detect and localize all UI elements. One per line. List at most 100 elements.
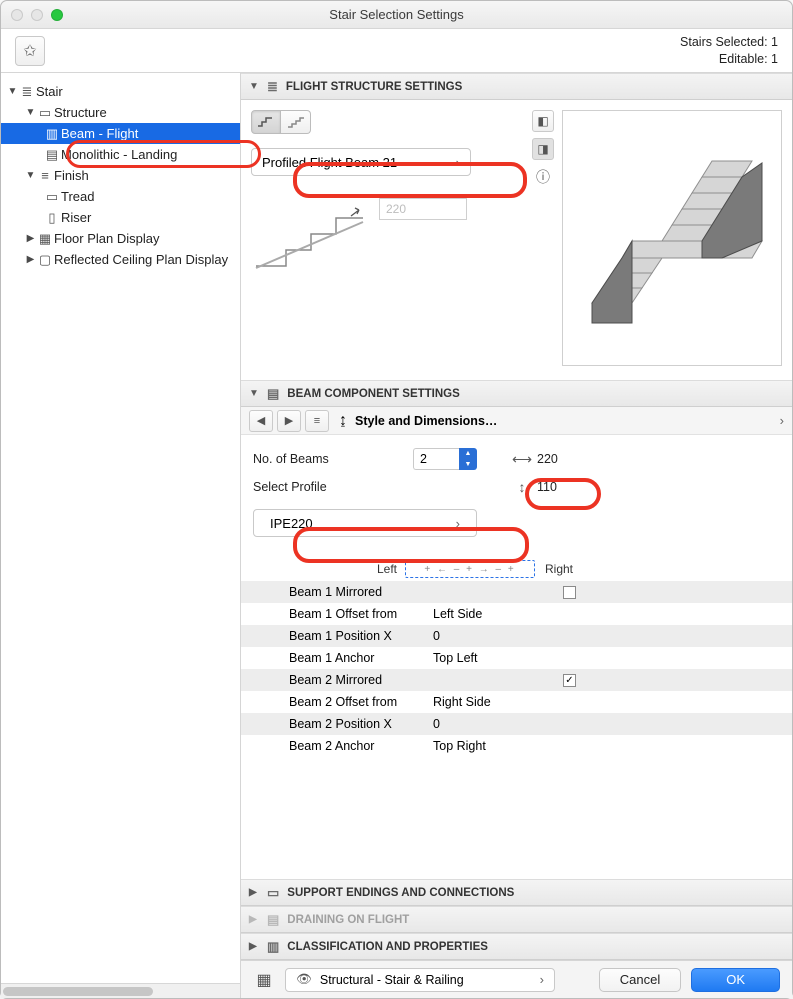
select-profile-label: Select Profile [253, 480, 403, 494]
tread-icon: ▭ [43, 189, 61, 205]
checkbox[interactable]: ✓ [563, 674, 576, 687]
nav-next-button[interactable]: ▶ [277, 410, 301, 432]
beam-properties-grid[interactable]: Beam 1 MirroredBeam 1 Offset fromLeft Si… [241, 581, 792, 757]
beam-section-icon: ▤ [267, 386, 279, 402]
table-row[interactable]: Beam 2 Position X0 [241, 713, 792, 735]
property-value[interactable]: 0 [433, 717, 563, 731]
nav-list-button[interactable]: ≡ [305, 410, 329, 432]
table-row[interactable]: Beam 1 Mirrored [241, 581, 792, 603]
tree-finish[interactable]: Finish [54, 168, 89, 183]
tree-beam-flight[interactable]: ▥Beam - Flight [1, 123, 240, 144]
property-value[interactable]: Left Side [433, 607, 563, 621]
thickness-input[interactable] [379, 198, 467, 220]
panel-draining: ▶ ▤ DRAINING ON FLIGHT [241, 906, 792, 933]
property-extra: ✓ [563, 674, 780, 687]
width-icon: ⟷ [513, 450, 531, 468]
property-extra [563, 586, 780, 599]
no-of-beams-stepper[interactable]: ▲▼ [413, 448, 477, 470]
disclosure-arrow-icon: ▼ [249, 81, 259, 92]
property-label: Beam 2 Offset from [253, 695, 433, 709]
cancel-button[interactable]: Cancel [599, 968, 681, 992]
beam-icon: ▥ [43, 126, 61, 142]
structure-beam-option[interactable] [251, 110, 281, 134]
rcp-icon: ▢ [36, 252, 54, 268]
bottom-bar: ▦ 👁 Structural - Stair & Railing › Cance… [241, 960, 792, 998]
property-value[interactable]: Top Left [433, 651, 563, 665]
property-value[interactable]: 0 [433, 629, 563, 643]
property-label: Beam 2 Anchor [253, 739, 433, 753]
landing-icon: ▤ [43, 147, 61, 163]
table-row[interactable]: Beam 2 AnchorTop Right [241, 735, 792, 757]
tree-structure[interactable]: Structure [54, 105, 107, 120]
info-icon[interactable]: ⓘ [532, 166, 554, 188]
editable-count: Editable: 1 [680, 51, 778, 67]
layer-icon: ▦ [253, 969, 275, 991]
tree-monolithic-landing[interactable]: ▤Monolithic - Landing [1, 144, 240, 165]
support-icon: ▭ [267, 885, 279, 901]
stair-section-icon: ≣ [267, 79, 278, 95]
layer-select[interactable]: 👁 Structural - Stair & Railing › [285, 968, 555, 992]
favorites-button[interactable]: ✩ [15, 36, 45, 66]
checkbox[interactable] [563, 586, 576, 599]
panel-beam-component[interactable]: ▼ ▤ BEAM COMPONENT SETTINGS [241, 380, 792, 407]
view-2d-button[interactable]: ◧ [532, 110, 554, 132]
property-label: Beam 1 Offset from [253, 607, 433, 621]
drain-icon: ▤ [267, 912, 279, 928]
beam-height: 110 [537, 480, 557, 494]
table-row[interactable]: Beam 1 AnchorTop Left [241, 647, 792, 669]
finish-icon: ≡ [36, 168, 54, 183]
stair-star-icon: ✩ [23, 41, 36, 61]
disclosure-arrow-icon[interactable]: ▼ [7, 86, 18, 97]
table-row[interactable]: Beam 2 Mirrored ✓ [241, 669, 792, 691]
beam-nav-row: ◀ ▶ ≡ ↨ Style and Dimensions… › [241, 407, 792, 435]
step-segment-icon [286, 115, 306, 129]
property-label: Beam 2 Position X [253, 717, 433, 731]
table-row[interactable]: Beam 1 Offset fromLeft Side [241, 603, 792, 625]
tree-tread[interactable]: ▭Tread [1, 186, 240, 207]
beam-position-diagram: + ← – + → – + [405, 560, 535, 578]
disclosure-arrow-icon[interactable]: ▼ [25, 170, 36, 181]
profile-ipe-select[interactable]: IPE220 › [253, 509, 477, 537]
titlebar: Stair Selection Settings [1, 1, 792, 29]
tree-rcp[interactable]: Reflected Ceiling Plan Display [54, 252, 228, 267]
style-icon: ↨ [339, 412, 347, 430]
stair-icon: ≣ [18, 84, 36, 100]
disclosure-arrow-icon[interactable]: ▶ [25, 233, 36, 244]
table-row[interactable]: Beam 2 Offset fromRight Side [241, 691, 792, 713]
property-label: Beam 1 Position X [253, 629, 433, 643]
property-value[interactable]: Right Side [433, 695, 563, 709]
stair-dimension-icon [251, 198, 371, 270]
disclosure-arrow-icon[interactable]: ▶ [25, 254, 36, 265]
structure-type-segment[interactable] [251, 110, 526, 134]
property-label: Beam 2 Mirrored [253, 673, 433, 687]
panel-flight-structure[interactable]: ▼ ≣ FLIGHT STRUCTURE SETTINGS [241, 73, 792, 100]
eye-icon: 👁 [296, 972, 312, 987]
left-right-header: Left + ← – + → – + Right [241, 557, 792, 581]
toolbar: ✩ Stairs Selected: 1 Editable: 1 [1, 29, 792, 73]
no-of-beams-input[interactable] [413, 448, 459, 470]
profile-select[interactable]: Profiled Flight Beam 21 › [251, 148, 471, 176]
disclosure-arrow-icon: ▶ [249, 941, 259, 952]
panel-support-endings[interactable]: ▶ ▭ SUPPORT ENDINGS AND CONNECTIONS [241, 879, 792, 906]
property-value[interactable]: Top Right [433, 739, 563, 753]
disclosure-arrow-icon: ▼ [249, 388, 259, 399]
disclosure-arrow-icon: ▶ [249, 914, 259, 925]
nav-prev-button[interactable]: ◀ [249, 410, 273, 432]
sidebar: ▼≣Stair ▼▭Structure ▥Beam - Flight ▤Mono… [1, 73, 241, 998]
ok-button[interactable]: OK [691, 968, 780, 992]
view-3d-button[interactable]: ◨ [532, 138, 554, 160]
disclosure-arrow-icon: ▶ [249, 887, 259, 898]
tree-riser[interactable]: ▯Riser [1, 207, 240, 228]
riser-icon: ▯ [43, 210, 61, 226]
tree-stair[interactable]: Stair [36, 84, 63, 99]
panel-classification[interactable]: ▶ ▥ CLASSIFICATION AND PROPERTIES [241, 933, 792, 960]
disclosure-arrow-icon[interactable]: ▼ [25, 107, 36, 118]
table-row[interactable]: Beam 1 Position X0 [241, 625, 792, 647]
nav-tree[interactable]: ▼≣Stair ▼▭Structure ▥Beam - Flight ▤Mono… [1, 81, 240, 983]
structure-step-option[interactable] [281, 110, 311, 134]
chevron-right-icon: › [540, 972, 544, 987]
no-of-beams-label: No. of Beams [253, 452, 403, 466]
chevron-right-icon: › [456, 155, 460, 170]
sidebar-scrollbar[interactable] [1, 983, 240, 998]
tree-floor-plan[interactable]: Floor Plan Display [54, 231, 160, 246]
